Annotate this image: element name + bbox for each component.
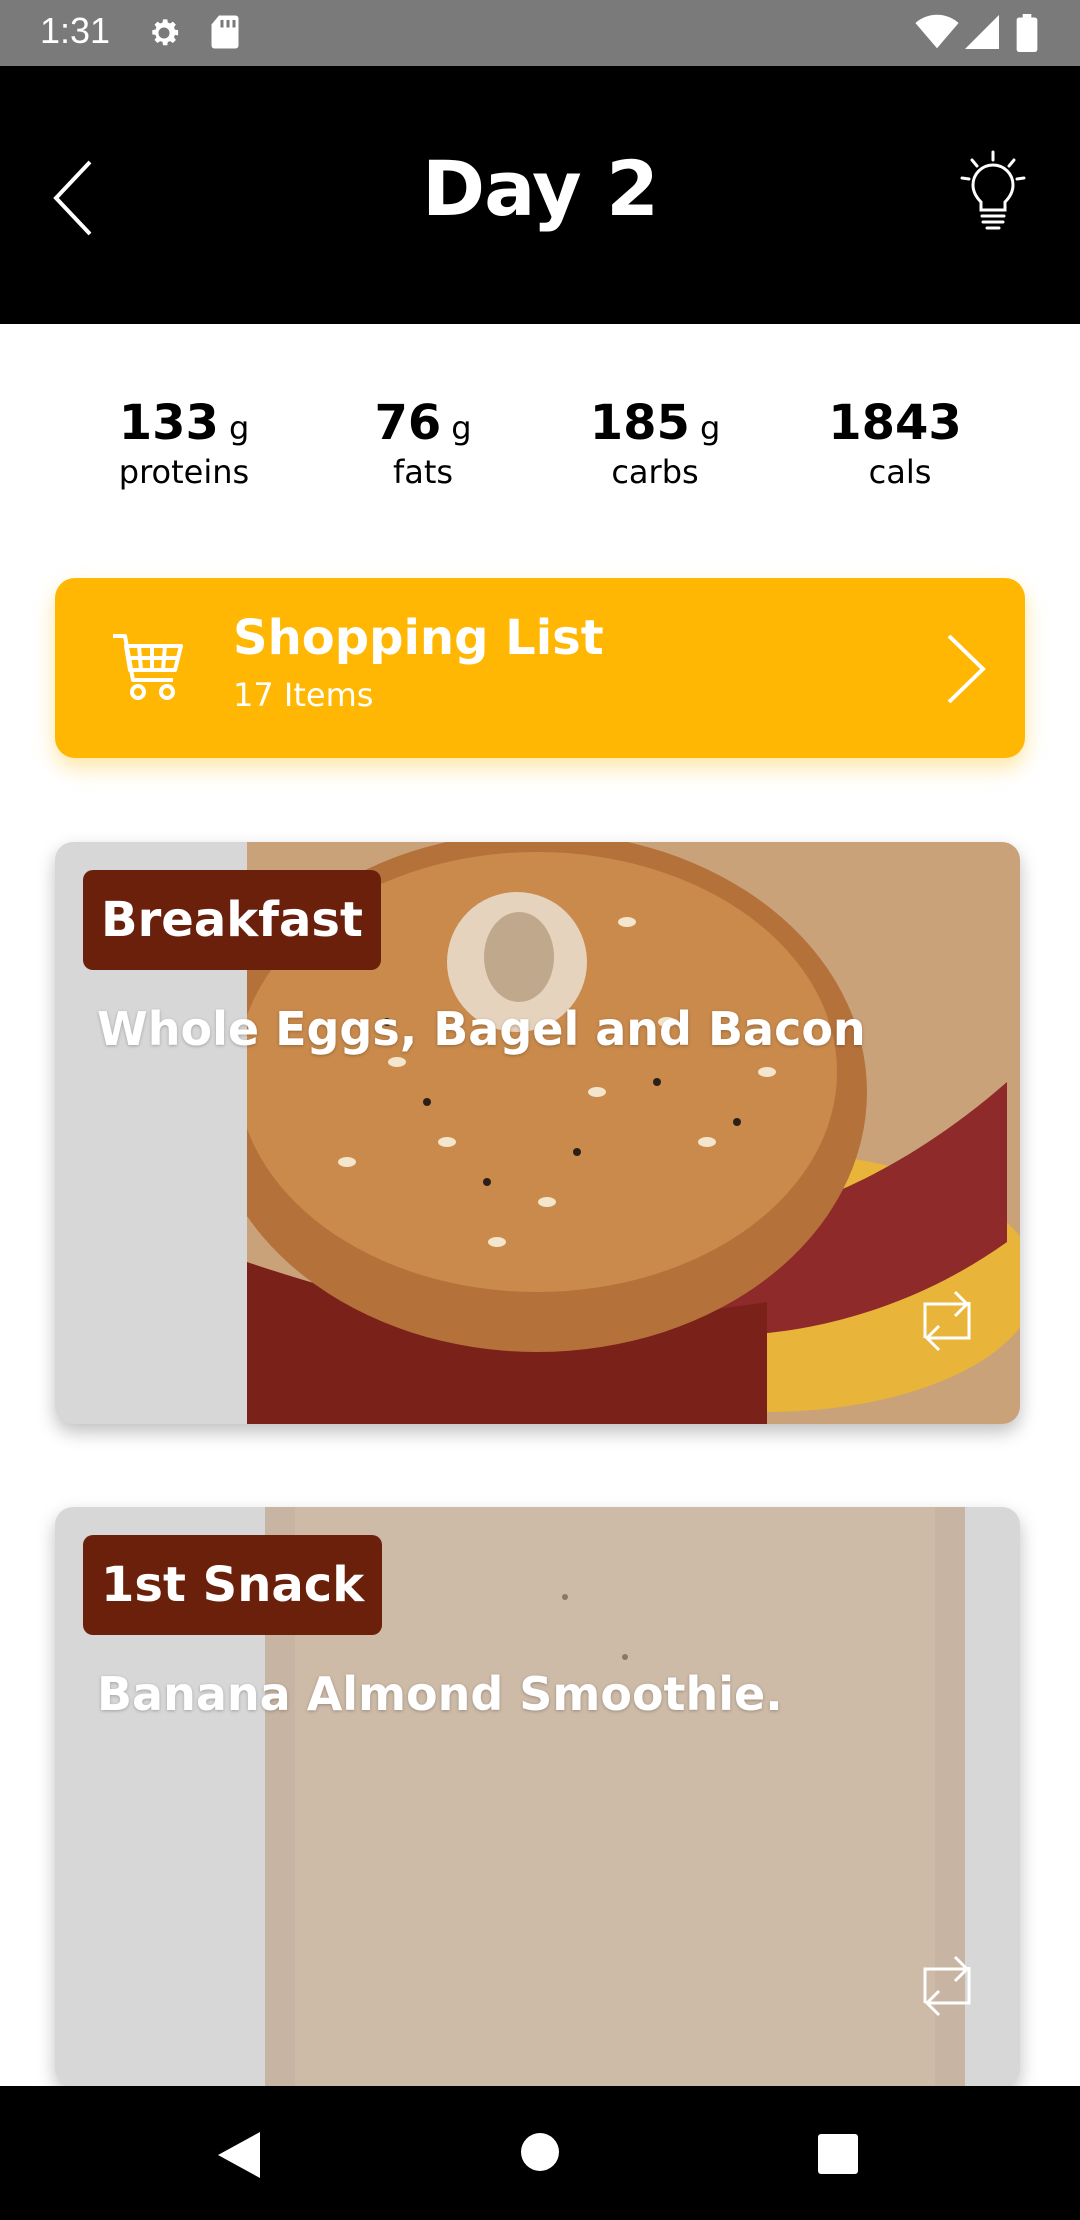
meal-tag: 1st Snack — [83, 1535, 383, 1635]
swap-icon[interactable] — [919, 1947, 975, 2023]
battery-icon — [1016, 14, 1038, 52]
macro-label: cals — [868, 453, 932, 491]
macro-cals: 1843 cals — [800, 395, 1000, 491]
signal-icon — [965, 15, 999, 49]
wifi-icon — [915, 14, 959, 49]
chevron-right-icon — [947, 634, 986, 704]
shopping-list-count: 17 Items — [233, 676, 374, 714]
meal-tag: Breakfast — [83, 870, 381, 970]
shopping-list-title: Shopping List — [233, 610, 604, 666]
system-nav-bar — [0, 2086, 1080, 2220]
cart-icon — [113, 634, 183, 700]
macro-label: proteins — [118, 453, 250, 491]
gear-icon — [152, 19, 179, 46]
macro-label: carbs — [611, 453, 699, 491]
swap-icon[interactable] — [919, 1282, 975, 1358]
macro-value: 76 — [374, 395, 442, 451]
sd-card-icon — [211, 15, 239, 49]
app-header: Day 2 — [0, 66, 1080, 324]
macro-fats: 76 g fats — [323, 395, 523, 491]
status-bar: 1:31 — [0, 0, 1080, 66]
macro-label: fats — [392, 453, 454, 491]
macro-unit: g — [228, 409, 250, 447]
page-title: Day 2 — [422, 144, 659, 233]
nav-back-icon[interactable] — [218, 2132, 260, 2178]
status-time: 1:31 — [40, 10, 111, 51]
macro-proteins: 133 g proteins — [84, 395, 284, 491]
meal-name: Whole Eggs, Bagel and Bacon — [97, 1002, 866, 1056]
nav-home-icon[interactable] — [520, 2132, 560, 2172]
macro-unit: g — [699, 409, 721, 447]
lightbulb-icon[interactable] — [958, 150, 1028, 230]
macro-unit: g — [451, 409, 472, 447]
shopping-list-button[interactable]: Shopping List 17 Items — [55, 578, 1025, 758]
macro-value: 185 — [589, 395, 690, 451]
meal-card-breakfast[interactable]: Breakfast Whole Eggs, Bagel and Bacon — [55, 842, 1020, 1424]
nav-recents-icon[interactable] — [818, 2134, 858, 2174]
meal-name: Banana Almond Smoothie. — [97, 1667, 783, 1721]
meal-card-snack[interactable]: 1st Snack Banana Almond Smoothie. — [55, 1507, 1020, 2086]
macro-value: 1843 — [828, 395, 962, 451]
macro-value: 133 — [118, 395, 219, 451]
macro-carbs: 185 g carbs — [555, 395, 755, 491]
